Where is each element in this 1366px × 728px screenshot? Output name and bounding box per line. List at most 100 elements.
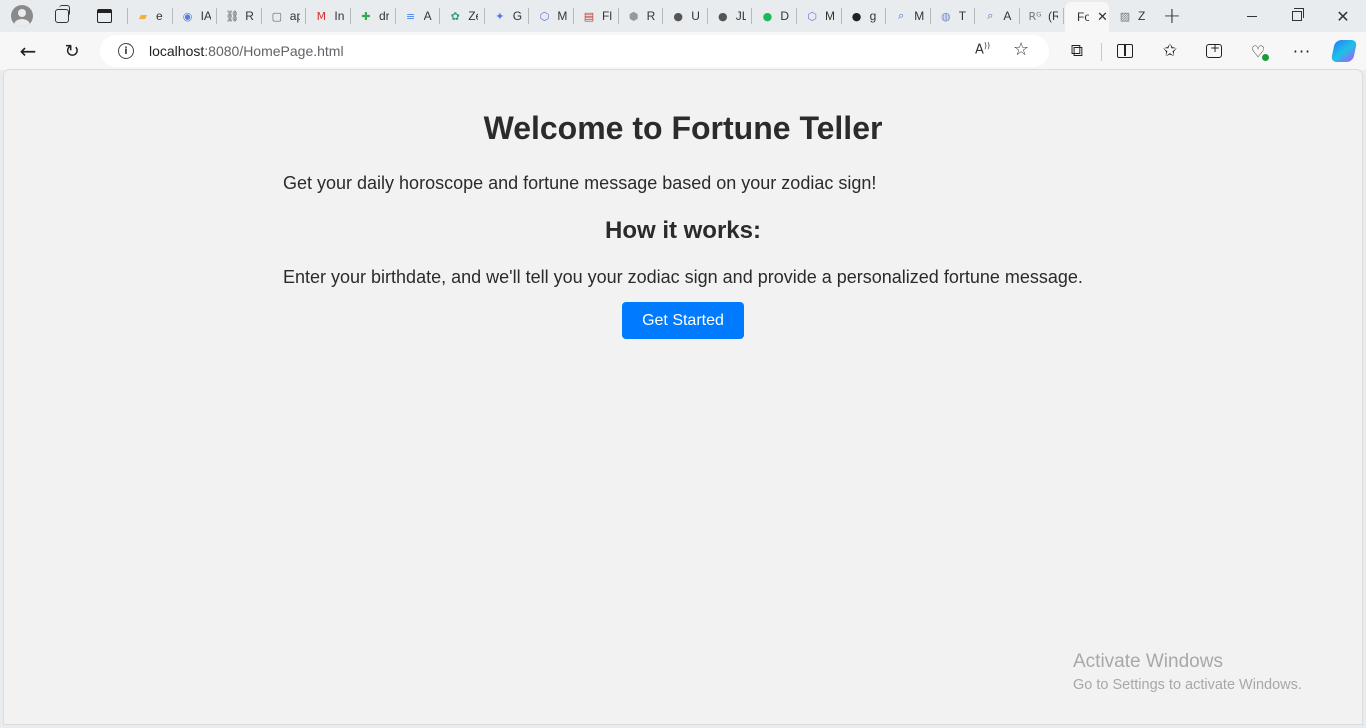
tab-item[interactable]: ✿ Ze — [440, 4, 484, 28]
pdf-icon: ▤ — [583, 9, 595, 23]
restore-icon — [1292, 8, 1304, 21]
tab-item[interactable]: ⛓ R — [217, 4, 261, 28]
tab-item[interactable]: ◉ IA — [173, 4, 217, 28]
arrow-left-icon: ← — [19, 39, 37, 63]
openai-icon: ✿ — [450, 9, 460, 23]
address-bar[interactable]: i localhost:8080/HomePage.html A)) ☆ — [100, 35, 1049, 67]
favorite-star-icon[interactable]: ☆ — [1013, 39, 1029, 60]
browser-essentials-button[interactable]: ♡ — [1244, 37, 1272, 65]
tab-close-icon[interactable]: ✕ — [1097, 10, 1108, 25]
tab-active[interactable]: Fo ✕ — [1065, 2, 1109, 32]
tab-label: A — [423, 9, 432, 23]
tab-item[interactable]: ▰ e — [128, 4, 172, 28]
profile-avatar-icon — [11, 5, 33, 27]
folder-icon: ▰ — [138, 9, 148, 23]
favorites-button[interactable]: ✩ — [1156, 37, 1184, 65]
tab-item[interactable]: ⬡ M — [797, 4, 841, 28]
tab-item[interactable]: ● g — [842, 4, 886, 28]
search-icon: ⌕ — [987, 9, 994, 22]
tab-label: e — [156, 9, 163, 23]
minimize-button[interactable] — [1229, 0, 1275, 32]
tab-label: dr — [379, 9, 389, 23]
tab-label: A — [1003, 9, 1012, 23]
site-info-icon[interactable]: i — [118, 43, 134, 59]
tab-item[interactable]: ▢ ap — [262, 4, 306, 28]
heart-pulse-icon: ♡ — [1251, 42, 1270, 61]
tab-item[interactable]: ● U — [663, 4, 707, 28]
tab-item[interactable]: ▤ Fl — [574, 4, 618, 28]
workspaces-button[interactable] — [50, 4, 74, 28]
watermark-subtitle: Go to Settings to activate Windows. — [1073, 677, 1302, 693]
sparkle-icon: ✦ — [495, 9, 505, 23]
url-path: :8080/HomePage.html — [204, 43, 344, 59]
close-window-button[interactable]: ✕ — [1320, 0, 1366, 32]
search-icon: ⌕ — [898, 9, 905, 22]
close-icon: ✕ — [1336, 6, 1350, 26]
page-icon: ▢ — [271, 9, 282, 23]
tab-item[interactable]: ● D — [752, 4, 796, 28]
tab-last[interactable]: ▨ Z — [1110, 4, 1154, 28]
tab-label: M — [825, 9, 835, 23]
restore-button[interactable] — [1274, 0, 1320, 32]
read-aloud-icon[interactable]: A)) — [975, 41, 990, 57]
tab-label: Fo — [1077, 10, 1089, 24]
tab-label: T — [958, 9, 967, 23]
back-button[interactable]: ← — [14, 37, 42, 65]
gmail-icon: M — [316, 9, 327, 23]
url-text[interactable]: localhost:8080/HomePage.html — [149, 43, 344, 59]
tab-item[interactable]: ⌕ A — [975, 4, 1019, 28]
browser-toolbar: ← ↻ i localhost:8080/HomePage.html A)) ☆… — [0, 32, 1366, 70]
tab-item[interactable]: ≡ A — [396, 4, 440, 28]
favorites-icon: ✩ — [1162, 41, 1178, 61]
tab-label: U — [691, 9, 700, 23]
url-host: localhost — [149, 43, 205, 59]
tab-item[interactable]: ⬢ R — [619, 4, 663, 28]
extensions-button[interactable]: ⧉ — [1063, 37, 1091, 65]
how-it-works-text: Enter your birthdate, and we'll tell you… — [283, 267, 1083, 287]
page-viewport: Welcome to Fortune Teller Get your daily… — [4, 70, 1362, 724]
tab-item[interactable]: Rᴳ (R — [1020, 4, 1064, 28]
tab-label: g — [869, 9, 877, 23]
cube-icon: ⬢ — [628, 9, 639, 23]
tab-label: Ze — [468, 9, 478, 23]
tab-item[interactable]: ⌕ M — [886, 4, 930, 28]
split-screen-icon — [1117, 44, 1133, 58]
split-screen-button[interactable] — [1111, 37, 1139, 65]
collections-button[interactable] — [1200, 37, 1228, 65]
tab-label: M — [557, 9, 568, 23]
puzzle-icon: ⧉ — [1070, 41, 1084, 61]
researchgate-icon: Rᴳ — [1028, 9, 1042, 23]
profile-button[interactable] — [10, 4, 34, 28]
reload-button[interactable]: ↻ — [58, 37, 86, 65]
tab-actions-button[interactable] — [92, 4, 116, 28]
chart-icon: ▨ — [1119, 9, 1131, 23]
tab-item[interactable]: ● JL — [708, 4, 752, 28]
activate-windows-watermark: Activate Windows Go to Settings to activ… — [1073, 651, 1302, 693]
tab-label: Fl — [602, 9, 612, 23]
tab-item[interactable]: M In — [306, 4, 350, 28]
intro-text: Get your daily horoscope and fortune mes… — [283, 173, 877, 193]
shield-icon: ◉ — [182, 9, 193, 23]
hexagon-icon: ⬡ — [539, 9, 550, 23]
minimize-icon — [1247, 15, 1257, 17]
tab-item[interactable]: ◍ T — [931, 4, 975, 28]
more-menu-button[interactable]: ··· — [1288, 37, 1316, 65]
new-tab-button[interactable]: + — [1160, 4, 1184, 29]
toolbar-divider — [1101, 43, 1102, 61]
tab-item[interactable]: ✚ dr — [351, 4, 395, 28]
tab-label: M — [914, 9, 925, 23]
tab-label: JL — [735, 9, 746, 23]
hexagon-icon: ⬡ — [807, 9, 817, 23]
get-started-button[interactable]: Get Started — [622, 302, 744, 339]
tab-label: ap — [289, 9, 300, 23]
tab-label: IA — [200, 9, 211, 23]
tab-item[interactable]: ⬡ M — [529, 4, 573, 28]
reload-icon: ↻ — [64, 40, 80, 62]
tab-actions-icon — [96, 9, 112, 23]
copilot-button[interactable] — [1330, 37, 1358, 65]
how-it-works-heading: How it works: — [604, 217, 761, 244]
tab-label: Z — [1138, 9, 1146, 23]
tab-strip: ▰e◉IA⛓R▢apMIn✚dr≡A✿Ze✦G⬡M▤Fl⬢R●U●JL●D⬡M●… — [0, 0, 1366, 32]
watermark-title: Activate Windows — [1073, 651, 1223, 672]
tab-item[interactable]: ✦ G — [485, 4, 529, 28]
